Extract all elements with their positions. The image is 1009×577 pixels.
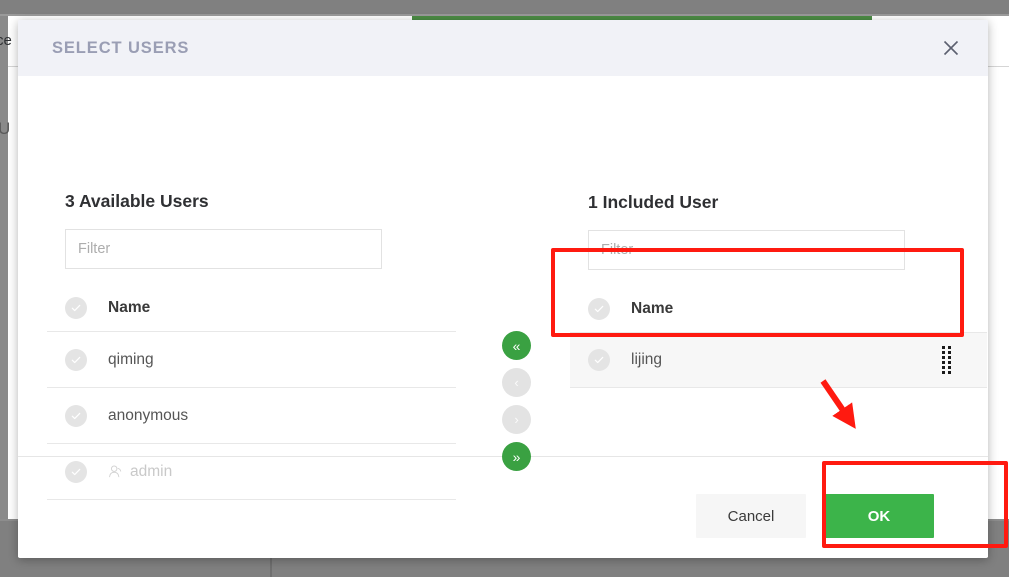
table-row[interactable]: anonymous — [47, 387, 456, 443]
ok-button[interactable]: OK — [824, 494, 934, 538]
table-row[interactable]: lijing — [570, 332, 987, 388]
available-users-panel: 3 Available Users Name qiming — [47, 76, 456, 500]
select-all-checkbox-available[interactable] — [65, 297, 87, 319]
available-users-heading: 3 Available Users — [65, 191, 209, 211]
included-users-heading: 1 Included User — [588, 192, 719, 212]
available-filter-input[interactable] — [65, 229, 382, 269]
available-column-header-name: Name — [108, 299, 151, 316]
included-users-table: Name lijing — [570, 286, 987, 388]
background-left-rail — [0, 14, 8, 520]
table-row[interactable]: qiming — [47, 331, 456, 387]
included-filter-input[interactable] — [588, 230, 905, 270]
background-text-fragment-ce: ce — [0, 32, 12, 49]
transfer-buttons-group: « ‹ › » — [502, 331, 531, 471]
dialog-header: SELECT USERS — [18, 20, 988, 76]
user-name-label: anonymous — [108, 406, 189, 424]
user-name-label: qiming — [108, 350, 154, 368]
row-checkbox[interactable] — [588, 349, 610, 371]
included-table-header-row: Name — [570, 286, 987, 332]
user-name-label: admin — [130, 462, 173, 480]
move-all-right-button[interactable]: » — [502, 442, 531, 471]
available-users-table: Name qiming anonymous admin — [47, 285, 456, 500]
select-users-dialog: SELECT USERS 3 Available Users Name — [18, 20, 988, 558]
background-text-fragment-u: U — [0, 119, 11, 138]
move-right-button[interactable]: › — [502, 405, 531, 434]
table-row[interactable]: admin — [47, 443, 456, 499]
user-name-label: lijing — [631, 351, 663, 368]
move-left-button[interactable]: ‹ — [502, 368, 531, 397]
included-users-panel: 1 Included User Name lijing — [570, 76, 987, 388]
included-column-header-name: Name — [631, 300, 674, 317]
select-all-checkbox-included[interactable] — [588, 298, 610, 320]
available-table-bottom-border — [47, 499, 456, 500]
move-all-left-button[interactable]: « — [502, 331, 531, 360]
drag-handle-icon[interactable] — [942, 346, 951, 374]
user-name-cell: admin — [108, 463, 172, 481]
dialog-body: 3 Available Users Name qiming — [18, 76, 988, 500]
row-checkbox[interactable] — [65, 404, 87, 427]
dialog-title: SELECT USERS — [52, 38, 190, 57]
cancel-button[interactable]: Cancel — [696, 494, 806, 538]
row-checkbox[interactable] — [65, 348, 87, 371]
row-checkbox[interactable] — [65, 460, 87, 483]
available-table-header-row: Name — [47, 285, 456, 331]
user-icon — [108, 464, 123, 479]
close-icon[interactable] — [938, 35, 964, 61]
